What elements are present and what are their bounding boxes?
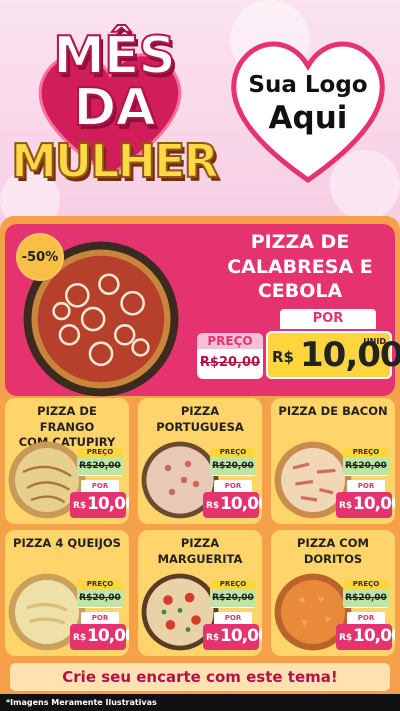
- product-card: PIZZA PORTUGUESA PREÇO R$20,00 POR R$ 10…: [138, 398, 262, 524]
- featured-unit: UNID: [363, 337, 386, 346]
- featured-price-tag: R$ 10,00 UNID: [266, 331, 400, 379]
- featured-por-label: POR: [280, 309, 376, 329]
- price-tag: R$ 10,00: [70, 624, 129, 650]
- price-tag: R$ 10,00: [336, 624, 395, 650]
- old-price: R$20,00: [210, 457, 256, 475]
- featured-old-price-box: PREÇO R$20,00: [197, 333, 263, 379]
- product-name-line1: PIZZA DE FRANGO: [37, 404, 97, 434]
- product-card: PIZZA COM DORITOS PREÇO R$20,00 POR R$ 1…: [271, 530, 395, 656]
- product-name-line1: PIZZA: [180, 404, 220, 418]
- price: 10,00: [87, 626, 129, 646]
- old-price: R$20,00: [77, 589, 123, 607]
- product-name-line1: PIZZA DE BACON: [278, 404, 388, 418]
- product-name-line2: PORTUGUESA: [156, 419, 244, 434]
- price: 10,00: [87, 494, 129, 514]
- product-name-line2: MARGUERITA: [157, 551, 243, 566]
- discount-badge: -50%: [16, 233, 64, 281]
- logo-placeholder: Sua Logo Aqui: [222, 72, 394, 136]
- product-name: PIZZA DE BACON: [275, 404, 391, 420]
- preco-label: PREÇO: [343, 448, 389, 457]
- price-tag: R$ 10,00: [203, 492, 262, 518]
- cta-banner[interactable]: Crie seu encarte com este tema!: [10, 663, 390, 691]
- por-label: POR: [347, 612, 385, 624]
- preco-label: PREÇO: [77, 580, 123, 589]
- preco-label: PREÇO: [343, 580, 389, 589]
- product-name: PIZZA PORTUGUESA: [142, 404, 258, 435]
- product-name: PIZZA MARGUERITA: [142, 536, 258, 567]
- price-tag: R$ 10,00: [70, 492, 129, 518]
- featured-name-line3: CEBOLA: [257, 280, 343, 303]
- price-tag: R$ 10,00: [336, 492, 395, 518]
- featured-name-line1: PIZZA DE: [250, 231, 350, 253]
- product-name-line1: PIZZA 4 QUEIJOS: [13, 536, 121, 550]
- price: 10,00: [353, 626, 395, 646]
- price: 10,00: [220, 626, 262, 646]
- currency: R$: [73, 633, 87, 643]
- currency: R$: [339, 501, 353, 511]
- old-price-box: PREÇO R$20,00: [77, 580, 123, 608]
- campaign-title-line1: MÊS DA: [52, 26, 177, 138]
- old-price-box: PREÇO R$20,00: [343, 580, 389, 608]
- flyer-page: MÊS DA MULHER Sua Logo Aqui -50% PIZZA D…: [0, 0, 400, 711]
- product-card: PIZZA DE BACON PREÇO R$20,00 POR R$ 10,0…: [271, 398, 395, 524]
- product-card: PIZZA DE FRANGO COM CATUPIRY PREÇO R$20,…: [5, 398, 129, 524]
- currency: R$: [206, 633, 220, 643]
- featured-currency: R$: [272, 348, 294, 366]
- preco-label: PREÇO: [77, 448, 123, 457]
- old-price: R$20,00: [343, 589, 389, 607]
- product-card: PIZZA 4 QUEIJOS PREÇO R$20,00 POR R$ 10,…: [5, 530, 129, 656]
- featured-name-line2: CALABRESA E: [227, 255, 373, 278]
- featured-old-price: R$20,00: [199, 355, 261, 370]
- logo-line1: Sua Logo: [248, 72, 368, 98]
- product-card: PIZZA MARGUERITA PREÇO R$20,00 POR R$ 10…: [138, 530, 262, 656]
- old-price: R$20,00: [77, 457, 123, 475]
- old-price-box: PREÇO R$20,00: [77, 448, 123, 476]
- product-name-line1: PIZZA: [180, 536, 220, 550]
- por-label: POR: [81, 480, 119, 492]
- currency: R$: [339, 633, 353, 643]
- currency: R$: [73, 501, 87, 511]
- product-name: PIZZA COM DORITOS: [275, 536, 391, 567]
- old-price-box: PREÇO R$20,00: [210, 448, 256, 476]
- currency: R$: [206, 501, 220, 511]
- price: 10,00: [220, 494, 262, 514]
- product-name: PIZZA 4 QUEIJOS: [9, 536, 125, 552]
- product-name-line1: PIZZA COM: [297, 536, 369, 550]
- por-label: POR: [214, 612, 252, 624]
- por-label: POR: [347, 480, 385, 492]
- old-price: R$20,00: [343, 457, 389, 475]
- featured-product-name: PIZZA DE CALABRESA E CEBOLA: [210, 230, 390, 304]
- preco-label: PREÇO: [210, 580, 256, 589]
- old-price-box: PREÇO R$20,00: [343, 448, 389, 476]
- por-label: POR: [81, 612, 119, 624]
- disclaimer: *Imagens Meramente Ilustrativas: [0, 694, 400, 711]
- campaign-title-line2: MULHER: [10, 134, 220, 188]
- old-price-box: PREÇO R$20,00: [210, 580, 256, 608]
- logo-line2: Aqui: [268, 100, 348, 136]
- preco-label: PREÇO: [210, 448, 256, 457]
- product-name-line2: DORITOS: [303, 551, 363, 566]
- old-price: R$20,00: [210, 589, 256, 607]
- por-label: POR: [214, 480, 252, 492]
- featured-preco-label: PREÇO: [197, 333, 263, 349]
- campaign-title: MÊS DA MULHER: [4, 26, 224, 188]
- price-tag: R$ 10,00: [203, 624, 262, 650]
- price: 10,00: [353, 494, 395, 514]
